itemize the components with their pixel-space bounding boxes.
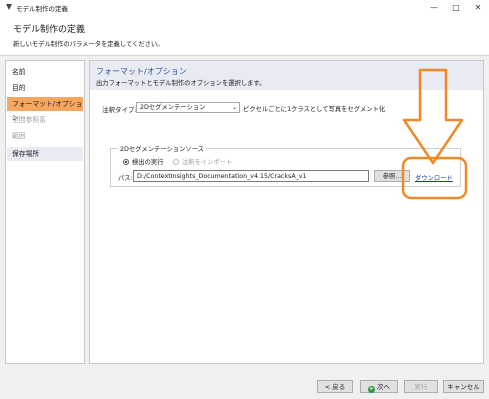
title-bar: モデル制作の定義 — □ ✕	[0, 0, 489, 15]
sidebar-item-purpose[interactable]: 目的	[7, 81, 83, 95]
panel-header: フォーマット/オプション 出力フォーマットとモデル制作のオプションを選択します。	[90, 61, 483, 90]
next-button-label: 次へ	[377, 383, 390, 391]
radio-run-detection-label: 検出の実行	[132, 159, 164, 166]
annotation-type-description: ピクセルごとに1クラスとして写真をセグメント化	[243, 106, 386, 113]
next-arrow-icon: ➤	[368, 386, 375, 393]
header-subtitle: 新しいモデル制作のパラメータを定義してください。	[13, 41, 164, 48]
radio-import-annotations: 注釈をインポート	[173, 157, 232, 166]
radio-selected-icon	[123, 159, 129, 165]
header-title: モデル制作の定義	[13, 25, 86, 35]
radio-unselected-icon	[173, 159, 179, 165]
annotation-type-label: 注釈タイプ:	[102, 106, 137, 114]
back-button[interactable]: < 戻る	[317, 380, 353, 393]
app-icon	[6, 4, 12, 10]
annotation-type-select[interactable]: 2Dセグメンテーション ⌄	[136, 102, 240, 113]
chevron-down-icon: ⌄	[231, 104, 237, 111]
sidebar-item-format-options[interactable]: フォーマット/オプション	[7, 97, 83, 122]
path-input[interactable]: D:/ContextInsights_Documentation_v4.15/C…	[133, 170, 369, 182]
path-label: パス:	[118, 175, 133, 182]
browse-button[interactable]: 参照...	[374, 170, 410, 182]
minimize-icon[interactable]: —	[423, 0, 445, 15]
segmentation-source-label: 2Dセグメンテーションソース	[118, 144, 206, 153]
sidebar-item-spatial-reference: 空間参照系	[12, 116, 46, 124]
radio-import-annotations-label: 注釈をインポート	[182, 159, 233, 166]
step-sidebar: 名前 目的 フォーマット/オプション 空間参照系 範囲 保存場所	[5, 60, 85, 364]
sidebar-item-name[interactable]: 名前	[7, 65, 83, 79]
window-title: モデル制作の定義	[16, 5, 68, 13]
radio-run-detection[interactable]: 検出の実行	[123, 157, 163, 166]
cancel-button[interactable]: キャンセル	[443, 380, 484, 393]
annotation-type-value: 2Dセグメンテーション	[140, 104, 206, 111]
dialog-window: モデル制作の定義 — □ ✕ モデル制作の定義 新しいモデル制作のパラメータを定…	[0, 0, 489, 399]
panel-subtitle: 出力フォーマットとモデル制作のオプションを選択します。	[96, 80, 266, 87]
run-button: 実行	[404, 380, 438, 393]
sidebar-item-extent: 範囲	[12, 132, 26, 140]
panel-title: フォーマット/オプション	[96, 67, 187, 76]
dialog-header: モデル制作の定義 新しいモデル制作のパラメータを定義してください。	[0, 15, 489, 56]
next-button[interactable]: ➤ 次へ	[360, 380, 398, 393]
close-icon[interactable]: ✕	[467, 0, 489, 15]
maximize-icon[interactable]: □	[445, 0, 467, 15]
download-link[interactable]: ダウンロード	[415, 173, 453, 182]
options-panel: フォーマット/オプション 出力フォーマットとモデル制作のオプションを選択します。…	[89, 60, 484, 364]
sidebar-item-save-location[interactable]: 保存場所	[7, 147, 83, 161]
